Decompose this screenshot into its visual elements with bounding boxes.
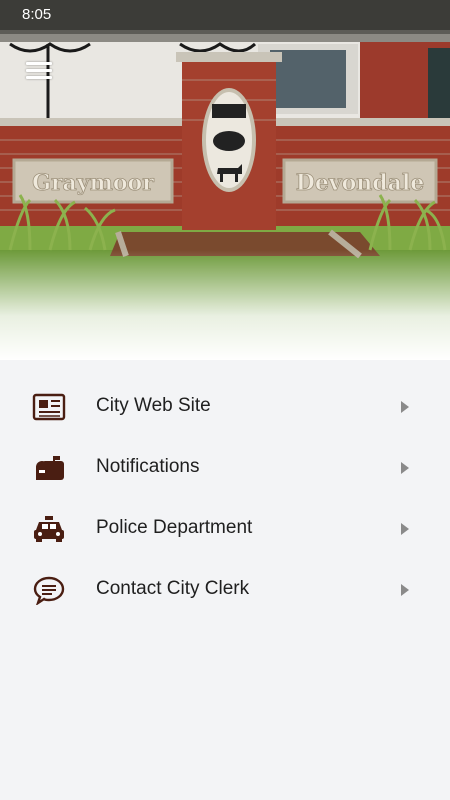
menu-item-police-department[interactable]: Police Department [0,499,450,560]
status-bar: 8:05 [0,0,450,30]
sign-right-text: Devondale [296,170,425,196]
menu-item-city-web-site[interactable]: City Web Site [0,377,450,438]
chevron-right-icon [401,523,409,535]
menu-list: City Web Site Notifications Police Depar… [0,360,450,800]
hero-fade [0,250,450,360]
menu-item-label: Police Department [96,517,253,538]
menu-item-label: Contact City Clerk [96,578,250,599]
menu-item-notifications[interactable]: Notifications [0,438,450,499]
police-car-icon [34,516,64,542]
hamburger-menu-button[interactable] [22,57,58,85]
menu-icon-bar [26,69,52,72]
chevron-right-icon [401,462,409,474]
sign-left-text: Graymoor [32,170,154,196]
chat-bubble-icon [33,576,65,605]
menu-item-label: Notifications [96,456,200,477]
chevron-right-icon [401,584,409,596]
status-time: 8:05 [22,6,52,23]
menu-icon-bar [26,76,52,79]
menu-item-contact-city-clerk[interactable]: Contact City Clerk [0,560,450,621]
hero-image: Graymoor Devondale [0,0,450,360]
menu-item-label: City Web Site [96,395,211,416]
menu-icon-bar [26,62,52,65]
newspaper-icon [32,393,66,421]
chevron-right-icon [401,401,409,413]
mailbox-icon [36,456,64,480]
